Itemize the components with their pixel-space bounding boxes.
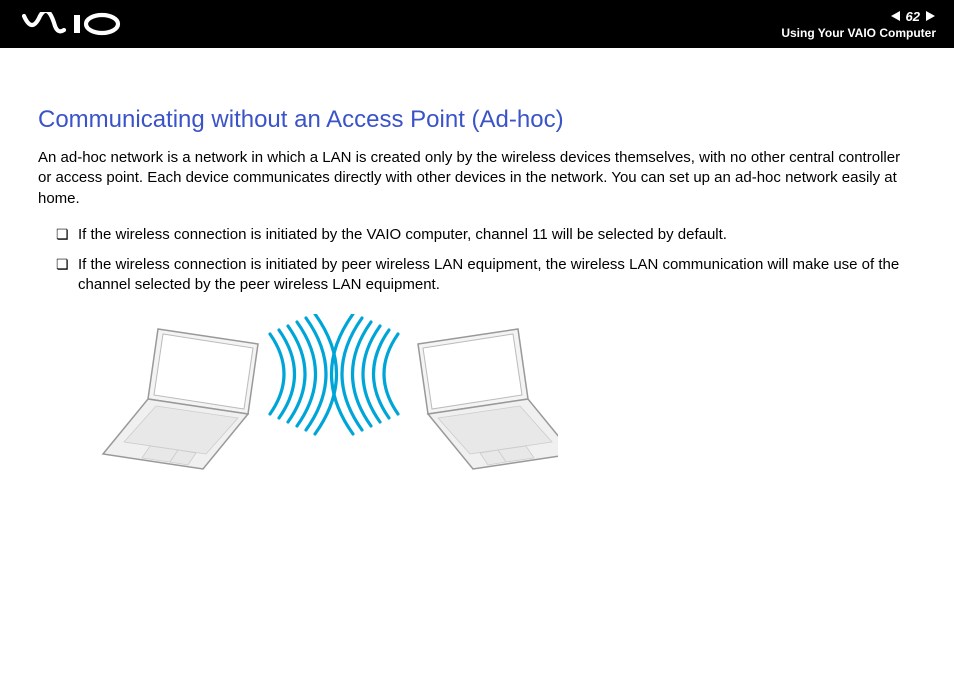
next-page-icon[interactable] [924,10,936,22]
vaio-logo [22,12,132,36]
wireless-signal-right-icon [332,314,399,434]
bullet-list: If the wireless connection is initiated … [38,225,916,296]
page-number: 62 [906,9,920,24]
adhoc-diagram-svg [98,314,558,494]
adhoc-diagram [98,314,916,499]
laptop-right-icon [418,329,558,469]
vaio-logo-svg [22,12,132,36]
list-item: If the wireless connection is initiated … [56,225,916,245]
content-heading: Communicating without an Access Point (A… [38,106,916,134]
list-item: If the wireless connection is initiated … [56,255,916,296]
section-title: Using Your VAIO Computer [781,26,936,40]
page-nav: 62 [890,9,936,24]
header-right: 62 Using Your VAIO Computer [781,9,936,40]
intro-paragraph: An ad-hoc network is a network in which … [38,148,916,209]
prev-page-icon[interactable] [890,10,902,22]
laptop-left-icon [103,329,258,469]
page-content: Communicating without an Access Point (A… [0,48,954,499]
page-header: 62 Using Your VAIO Computer [0,0,954,48]
wireless-signal-left-icon [270,314,337,434]
